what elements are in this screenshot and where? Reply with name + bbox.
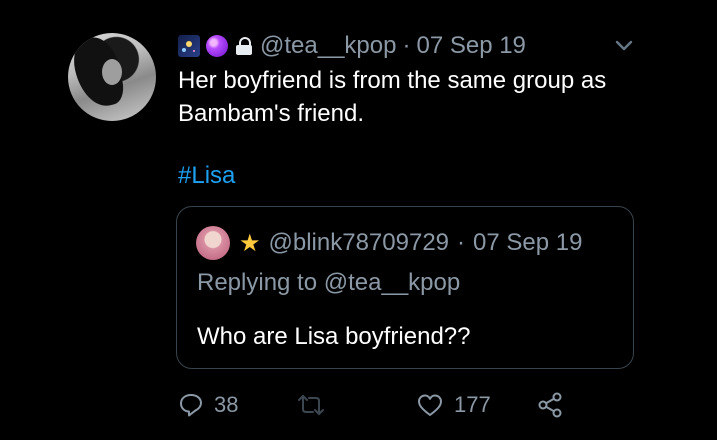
replying-to-label: Replying to @tea__kpop: [197, 269, 461, 296]
purple-orb-emoji-icon: [206, 35, 228, 57]
tweet-text-line: Her boyfriend is from the same group as: [178, 67, 607, 94]
author-avatar[interactable]: [68, 33, 156, 121]
like-action[interactable]: 177: [416, 388, 491, 422]
quoted-tweet-date: 07 Sep 19: [473, 229, 583, 256]
share-icon: [538, 392, 562, 418]
quoted-tweet-text: Who are Lisa boyfriend??: [197, 323, 471, 350]
tweet-header: @tea__kpop · 07 Sep 19: [178, 30, 526, 62]
quoted-tweet-header: ★ @blink78709729 · 07 Sep 19: [239, 227, 582, 259]
reply-action[interactable]: 38: [178, 388, 238, 422]
tweet-actions: 38 177: [176, 388, 576, 422]
tweet-date[interactable]: 07 Sep 19: [416, 32, 525, 60]
quoted-author-avatar[interactable]: [196, 226, 230, 260]
heart-icon: [418, 394, 442, 416]
reply-icon: [180, 394, 202, 417]
quoted-author-handle[interactable]: @blink78709729: [269, 229, 450, 257]
reply-count: 38: [214, 392, 239, 417]
retweet-action[interactable]: [296, 388, 336, 422]
star-icon: ★: [239, 229, 261, 257]
header-separator: ·: [402, 32, 411, 59]
quoted-header-separator: ·: [457, 229, 466, 256]
tweet-body: Her boyfriend is from the same group as …: [178, 64, 658, 130]
avatar-face: [102, 59, 122, 85]
author-handle[interactable]: @tea__kpop: [260, 32, 396, 60]
share-action[interactable]: [536, 388, 564, 422]
retweet-icon: [298, 395, 324, 415]
hashtag-link[interactable]: #Lisa: [178, 162, 235, 190]
sparkle-emoji-icon: [178, 35, 200, 57]
lock-icon: [236, 37, 252, 55]
tweet-text-line: Bambam's friend.: [178, 100, 364, 127]
chevron-down-icon[interactable]: [614, 36, 634, 56]
quoted-tweet-card[interactable]: ★ @blink78709729 · 07 Sep 19 Replying to…: [176, 206, 634, 369]
like-count: 177: [454, 392, 491, 417]
